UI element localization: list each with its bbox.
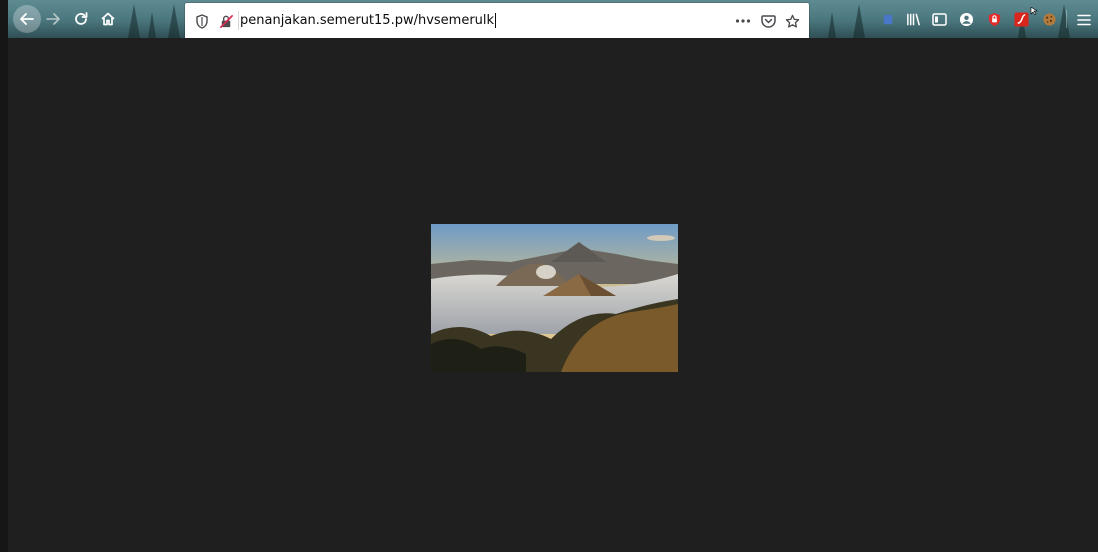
page-content [8,38,1098,552]
pocket-icon[interactable] [760,13,776,29]
privacy-extension-icon[interactable] [987,12,1002,27]
window-edge [0,0,8,552]
urlbar-divider [238,11,239,30]
theme-decoration [1058,4,1070,38]
theme-decoration [853,4,865,38]
volcano-landscape-image [431,224,678,372]
account-icon[interactable] [959,12,974,27]
hamburger-menu-icon[interactable] [1076,12,1091,27]
flash-extension-icon[interactable] [1014,12,1029,27]
url-value[interactable]: penanjakan.semerut15.pw/hvsemerulk [240,13,494,28]
library-icon[interactable] [906,12,921,27]
text-caret [495,13,497,28]
insecure-connection-icon[interactable] [218,13,234,29]
back-arrow-icon [20,13,34,25]
browser-window: penanjakan.semerut15.pw/hvsemerulk [0,0,1098,552]
theme-decoration [128,4,140,38]
home-icon [101,12,115,26]
mouse-cursor-icon [1030,0,1040,16]
toolbar-separator [1066,10,1067,28]
forward-arrow-icon [46,13,60,25]
theme-decoration [828,12,836,38]
sidebar-icon[interactable] [932,12,947,27]
url-text[interactable]: penanjakan.semerut15.pw/hvsemerulk [240,3,497,38]
star-icon[interactable] [784,13,800,29]
theme-decoration [168,4,180,38]
cookie-extension-icon[interactable] [1042,12,1057,27]
url-bar[interactable]: penanjakan.semerut15.pw/hvsemerulk [185,3,809,38]
reload-icon [75,12,88,25]
forward-button[interactable] [41,7,65,31]
extension-puzzle-icon[interactable] [881,12,896,27]
back-button[interactable] [13,5,41,33]
reload-button[interactable] [69,7,93,31]
theme-decoration [148,12,156,38]
shield-icon[interactable] [194,13,210,29]
home-button[interactable] [96,7,120,31]
more-actions-icon[interactable] [735,13,751,29]
